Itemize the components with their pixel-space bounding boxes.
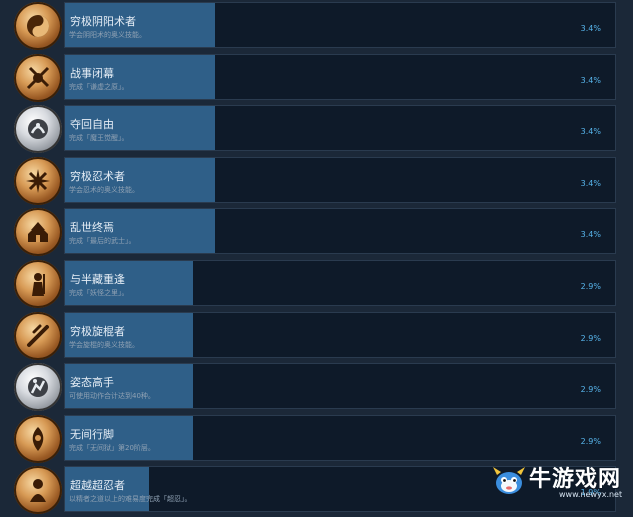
- achievement-description: 以精者之道以上的难易度完成「超忍」。: [69, 495, 192, 503]
- achievement-title: 乱世终焉: [70, 221, 114, 234]
- achievement-row[interactable]: 夺回自由完成「魔王觉醒」。 3.4%: [0, 104, 633, 156]
- achievement-row[interactable]: 乱世终焉完成「最后的武士」。 3.4%: [0, 207, 633, 259]
- tonfa-icon: [27, 324, 49, 347]
- unlock-percentage: 3.4%: [580, 127, 601, 136]
- unlock-percentage: 3.4%: [580, 24, 601, 33]
- achievement-row[interactable]: 姿态高手可使用动作合计达到40种。 2.9%: [0, 362, 633, 414]
- warrior-icon: [32, 273, 45, 296]
- bronze-medal-warrior-icon: [14, 260, 62, 308]
- achievement-title: 与半藏重逢: [70, 273, 125, 286]
- achievement-row[interactable]: 穷极忍术者学会忍术的奥义技能。 3.4%: [0, 156, 633, 208]
- bronze-medal-monk-icon: [14, 466, 62, 514]
- freedom-icon: [28, 119, 48, 139]
- achievement-panel: 穷极忍术者学会忍术的奥义技能。 3.4%: [64, 157, 616, 203]
- bronze-medal-battle-icon: [14, 54, 62, 102]
- achievement-row[interactable]: 与半藏重逢完成「妖怪之里」。 2.9%: [0, 259, 633, 311]
- castle-icon: [28, 222, 48, 242]
- achievement-panel: 乱世终焉完成「最后的武士」。 3.4%: [64, 208, 616, 254]
- unlock-percentage: 2.9%: [580, 437, 601, 446]
- achievement-title: 穷极忍术者: [70, 170, 125, 183]
- achievement-description: 学会阴阳术的奥义技能。: [69, 31, 146, 39]
- achievement-description: 完成「魔王觉醒」。: [69, 134, 129, 142]
- watermark-url: www.newyx.net: [559, 490, 623, 499]
- unlock-percentage: 3.4%: [580, 230, 601, 239]
- stance-icon: [28, 377, 48, 397]
- monk-icon: [30, 479, 46, 502]
- achievement-title: 姿态高手: [70, 376, 114, 389]
- pilgrim-icon: [32, 427, 44, 451]
- achievement-title: 穷极阴阳术者: [70, 15, 136, 28]
- achievement-description: 完成「无间狱」第20阶层。: [69, 444, 155, 452]
- unlock-percentage: 3.4%: [580, 179, 601, 188]
- achievement-description: 学会忍术的奥义技能。: [69, 186, 139, 194]
- achievement-row[interactable]: 战事闭幕完成「谦虚之原」。 3.4%: [0, 53, 633, 105]
- ninja-icon: [26, 169, 50, 193]
- achievement-panel: 无间行脚完成「无间狱」第20阶层。 2.9%: [64, 415, 616, 461]
- battle-icon: [26, 66, 50, 90]
- achievement-panel: 穷极旋棍者学会旋棍的奥义技能。 2.9%: [64, 312, 616, 358]
- achievement-description: 学会旋棍的奥义技能。: [69, 341, 139, 349]
- unlock-percentage: 3.4%: [580, 76, 601, 85]
- unlock-percentage: 2.9%: [580, 282, 601, 291]
- achievement-row[interactable]: 穷极阴阳术者学会阴阳术的奥义技能。 3.4%: [0, 1, 633, 53]
- achievement-row[interactable]: 穷极旋棍者学会旋棍的奥义技能。 2.9%: [0, 311, 633, 363]
- bronze-medal-tonfa-icon: [14, 312, 62, 360]
- achievement-title: 无间行脚: [70, 428, 114, 441]
- achievement-title: 穷极旋棍者: [70, 325, 125, 338]
- achievement-description: 可使用动作合计达到40种。: [69, 392, 155, 400]
- achievement-panel: 战事闭幕完成「谦虚之原」。 3.4%: [64, 54, 616, 100]
- achievement-description: 完成「妖怪之里」。: [69, 289, 129, 297]
- silver-medal-freedom-icon: [14, 105, 62, 153]
- yin-yang-icon: [27, 15, 49, 37]
- bronze-medal-ninja-icon: [14, 157, 62, 205]
- achievement-panel: 姿态高手可使用动作合计达到40种。 2.9%: [64, 363, 616, 409]
- bronze-medal-yin-yang-icon: [14, 2, 62, 50]
- unlock-percentage: 2.9%: [580, 385, 601, 394]
- unlock-percentage: 2.9%: [580, 334, 601, 343]
- achievement-title: 超越超忍者: [70, 479, 125, 492]
- achievement-description: 完成「最后的武士」。: [69, 237, 136, 245]
- achievement-panel: 夺回自由完成「魔王觉醒」。 3.4%: [64, 105, 616, 151]
- watermark-name: 牛游戏网: [529, 467, 622, 492]
- achievement-panel: 与半藏重逢完成「妖怪之里」。 2.9%: [64, 260, 616, 306]
- achievement-description: 完成「谦虚之原」。: [69, 83, 129, 91]
- achievement-title: 战事闭幕: [70, 67, 114, 80]
- achievement-title: 夺回自由: [70, 118, 114, 131]
- achievement-panel: 穷极阴阳术者学会阴阳术的奥义技能。 3.4%: [64, 2, 616, 48]
- mascot-icon: [493, 467, 525, 494]
- silver-medal-stance-icon: [14, 363, 62, 411]
- bronze-medal-pilgrim-icon: [14, 415, 62, 463]
- watermark-logo: 牛游戏网 www.newyx.net: [489, 457, 633, 506]
- bronze-medal-castle-icon: [14, 208, 62, 256]
